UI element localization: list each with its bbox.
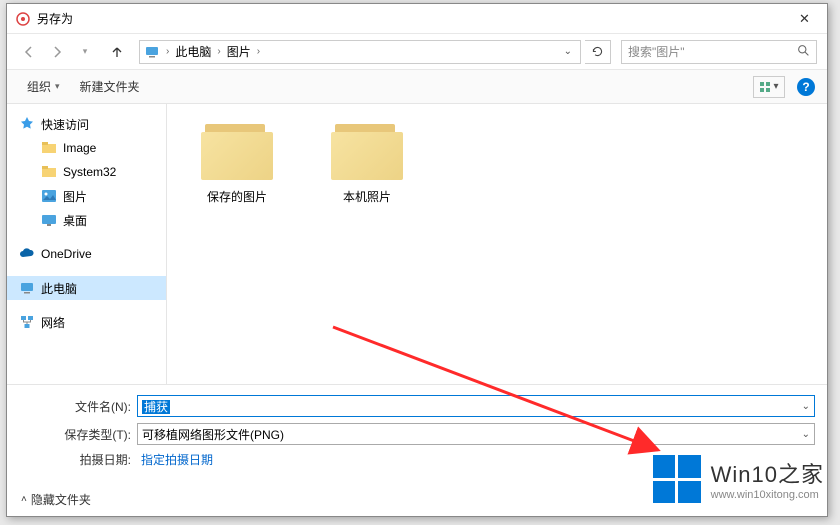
sidebar-quick-access[interactable]: 快速访问 — [7, 112, 166, 136]
search-input[interactable]: 搜索"图片" — [621, 40, 817, 64]
breadcrumb-folder[interactable]: 图片 — [227, 43, 251, 60]
filename-input[interactable]: 捕获 ⌄ — [137, 395, 815, 417]
sidebar-network[interactable]: 网络 — [7, 310, 166, 334]
watermark-title: Win10之家 — [711, 457, 824, 489]
up-button[interactable] — [105, 40, 129, 64]
date-picker-link[interactable]: 指定拍摄日期 — [137, 451, 213, 468]
sidebar-item-desktop[interactable]: 桌面 — [7, 208, 166, 232]
windows-logo-icon — [653, 455, 701, 503]
star-icon — [19, 116, 35, 132]
chevron-right-icon: › — [257, 46, 260, 57]
folder-label: 保存的图片 — [207, 188, 267, 205]
organize-menu[interactable]: 组织 ▾ — [19, 74, 68, 99]
file-list[interactable]: 保存的图片 本机照片 — [167, 104, 827, 384]
filetype-label: 保存类型(T): — [19, 426, 137, 443]
folder-camera-roll[interactable]: 本机照片 — [317, 122, 417, 205]
forward-button[interactable] — [45, 40, 69, 64]
network-icon — [19, 314, 35, 330]
folder-icon — [41, 140, 57, 156]
folder-icon — [331, 122, 403, 180]
recent-dropdown[interactable]: ▾ — [73, 40, 97, 64]
new-folder-button[interactable]: 新建文件夹 — [72, 74, 148, 99]
hide-folders-toggle[interactable]: ˄ 隐藏文件夹 — [21, 491, 91, 508]
address-dropdown[interactable]: ⌄ — [560, 46, 576, 57]
back-button[interactable] — [17, 40, 41, 64]
folder-icon — [201, 122, 273, 180]
folder-label: 本机照片 — [343, 188, 391, 205]
window-title: 另存为 — [37, 10, 782, 27]
chevron-up-icon: ˄ — [21, 494, 27, 505]
address-bar[interactable]: › 此电脑 › 图片 › ⌄ — [139, 40, 581, 64]
cloud-icon — [19, 246, 35, 262]
sidebar-item-image[interactable]: Image — [7, 136, 166, 160]
sidebar-onedrive[interactable]: OneDrive — [7, 242, 166, 266]
sidebar-this-pc[interactable]: 此电脑 — [7, 276, 166, 300]
nav-sidebar: 快速访问 Image System32 图片 桌面 OneDrive — [7, 104, 167, 384]
chevron-down-icon: ▾ — [55, 81, 60, 92]
toolbar: 组织 ▾ 新建文件夹 ▾ ? — [7, 70, 827, 104]
close-button[interactable]: ✕ — [782, 4, 827, 33]
watermark-url: www.win10xitong.com — [711, 489, 824, 501]
folder-icon — [41, 164, 57, 180]
chevron-right-icon: › — [166, 46, 169, 57]
titlebar: 另存为 ✕ — [7, 4, 827, 34]
app-icon — [15, 11, 31, 27]
breadcrumb-root[interactable]: 此电脑 — [175, 43, 211, 60]
chevron-down-icon[interactable]: ⌄ — [796, 401, 810, 412]
sidebar-item-system32[interactable]: System32 — [7, 160, 166, 184]
filetype-select[interactable]: 可移植网络图形文件(PNG) ⌄ — [137, 423, 815, 445]
pc-icon — [144, 44, 160, 60]
save-as-dialog: 另存为 ✕ ▾ › 此电脑 › 图片 › ⌄ 搜索"图片" — [6, 3, 828, 517]
nav-bar: ▾ › 此电脑 › 图片 › ⌄ 搜索"图片" — [7, 34, 827, 70]
chevron-right-icon: › — [217, 46, 220, 57]
date-label: 拍摄日期: — [19, 451, 137, 468]
help-button[interactable]: ? — [797, 78, 815, 96]
chevron-down-icon[interactable]: ⌄ — [796, 429, 810, 440]
pc-icon — [19, 280, 35, 296]
sidebar-item-pictures[interactable]: 图片 — [7, 184, 166, 208]
filename-label: 文件名(N): — [19, 398, 137, 415]
refresh-button[interactable] — [585, 40, 611, 64]
view-options-button[interactable]: ▾ — [753, 76, 785, 98]
desktop-icon — [41, 212, 57, 228]
watermark: Win10之家 www.win10xitong.com — [653, 455, 824, 503]
folder-saved-pictures[interactable]: 保存的图片 — [187, 122, 287, 205]
dialog-body: 快速访问 Image System32 图片 桌面 OneDrive — [7, 104, 827, 384]
search-placeholder: 搜索"图片" — [628, 43, 685, 60]
search-icon — [797, 44, 810, 60]
pictures-icon — [41, 188, 57, 204]
